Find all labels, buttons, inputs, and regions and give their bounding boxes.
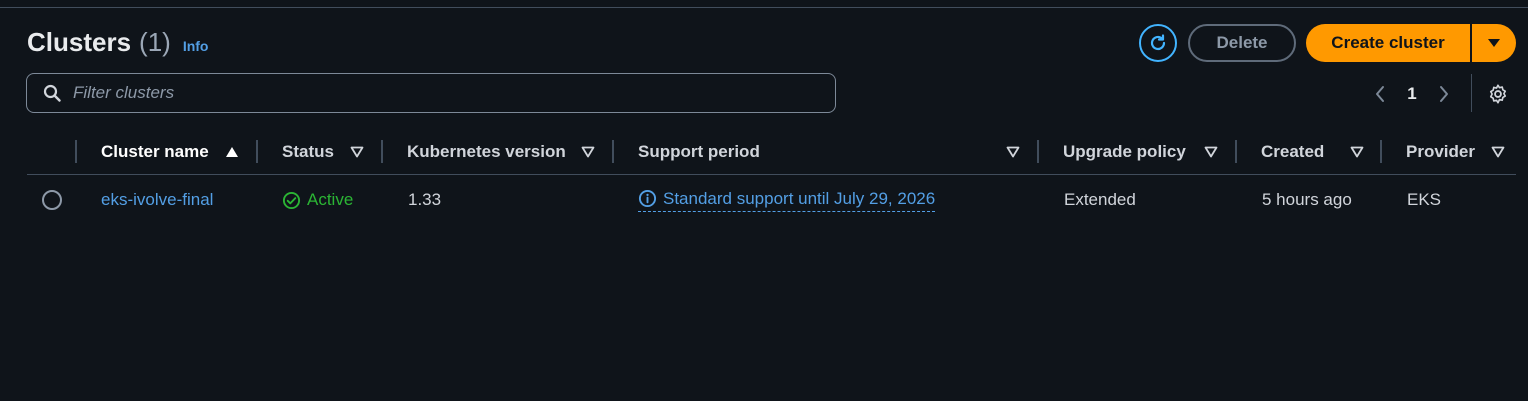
table-header-divider (27, 174, 1516, 175)
sort-icon[interactable] (349, 144, 365, 160)
support-period-cell: Standard support until July 29, 2026 (638, 188, 936, 212)
cluster-count: (1) (139, 27, 171, 57)
pager-divider (1471, 74, 1472, 112)
search-icon (43, 84, 61, 102)
column-header-provider[interactable]: Provider (1406, 140, 1475, 164)
column-header-upgrade-policy[interactable]: Upgrade policy (1063, 140, 1186, 164)
column-separator (381, 140, 383, 163)
sort-ascending-icon[interactable] (224, 144, 240, 160)
delete-button[interactable]: Delete (1188, 24, 1296, 62)
page-header: Clusters (1) Info (27, 27, 208, 58)
support-period-popover-trigger[interactable]: Standard support until July 29, 2026 (638, 188, 936, 212)
kubernetes-version-cell: 1.33 (408, 190, 442, 209)
preferences-button[interactable] (1486, 82, 1510, 106)
refresh-button[interactable] (1139, 24, 1177, 62)
column-header-status[interactable]: Status (282, 140, 334, 164)
column-header-cluster-name[interactable]: Cluster name (101, 140, 209, 164)
status-text: Active (307, 190, 354, 209)
column-separator (75, 140, 77, 163)
previous-page-button[interactable] (1366, 80, 1394, 108)
row-select-radio[interactable] (42, 190, 62, 210)
page-title: Clusters (27, 27, 132, 57)
top-divider (0, 7, 1528, 8)
column-separator (1380, 140, 1382, 163)
current-page-number[interactable]: 1 (1394, 84, 1430, 104)
caret-down-icon (1488, 39, 1500, 47)
info-icon (638, 189, 657, 208)
pagination: 1 (1366, 74, 1458, 114)
filter-box (26, 73, 836, 113)
next-page-button[interactable] (1430, 80, 1458, 108)
created-cell: 5 hours ago (1262, 190, 1352, 209)
info-link[interactable]: Info (183, 38, 209, 54)
clusters-panel: Clusters (1) Info Delete Create cluster (0, 0, 1528, 401)
filter-clusters-input[interactable] (71, 82, 815, 104)
status-cell: Active (282, 188, 353, 212)
upgrade-policy-cell: Extended (1064, 190, 1136, 209)
column-separator (1235, 140, 1237, 163)
chevron-left-icon (1376, 86, 1384, 102)
create-cluster-button[interactable]: Create cluster (1306, 24, 1470, 62)
sort-icon[interactable] (1349, 144, 1365, 160)
chevron-right-icon (1440, 86, 1448, 102)
sort-icon[interactable] (580, 144, 596, 160)
column-header-support-period[interactable]: Support period (638, 140, 760, 164)
check-circle-icon (282, 191, 301, 209)
sort-icon[interactable] (1490, 144, 1506, 160)
column-header-kubernetes-version[interactable]: Kubernetes version (407, 140, 566, 164)
column-header-created[interactable]: Created (1261, 140, 1324, 164)
provider-cell: EKS (1407, 190, 1442, 209)
sort-icon[interactable] (1005, 144, 1021, 160)
column-separator (1037, 140, 1039, 163)
column-separator (256, 140, 258, 163)
sort-icon[interactable] (1203, 144, 1219, 160)
create-cluster-dropdown-button[interactable] (1472, 24, 1516, 62)
cluster-name-link[interactable]: eks-ivolve-final (101, 188, 213, 212)
support-period-text: Standard support until July 29, 2026 (663, 188, 936, 208)
refresh-icon (1150, 34, 1166, 51)
column-separator (612, 140, 614, 163)
gear-icon (1489, 84, 1507, 104)
